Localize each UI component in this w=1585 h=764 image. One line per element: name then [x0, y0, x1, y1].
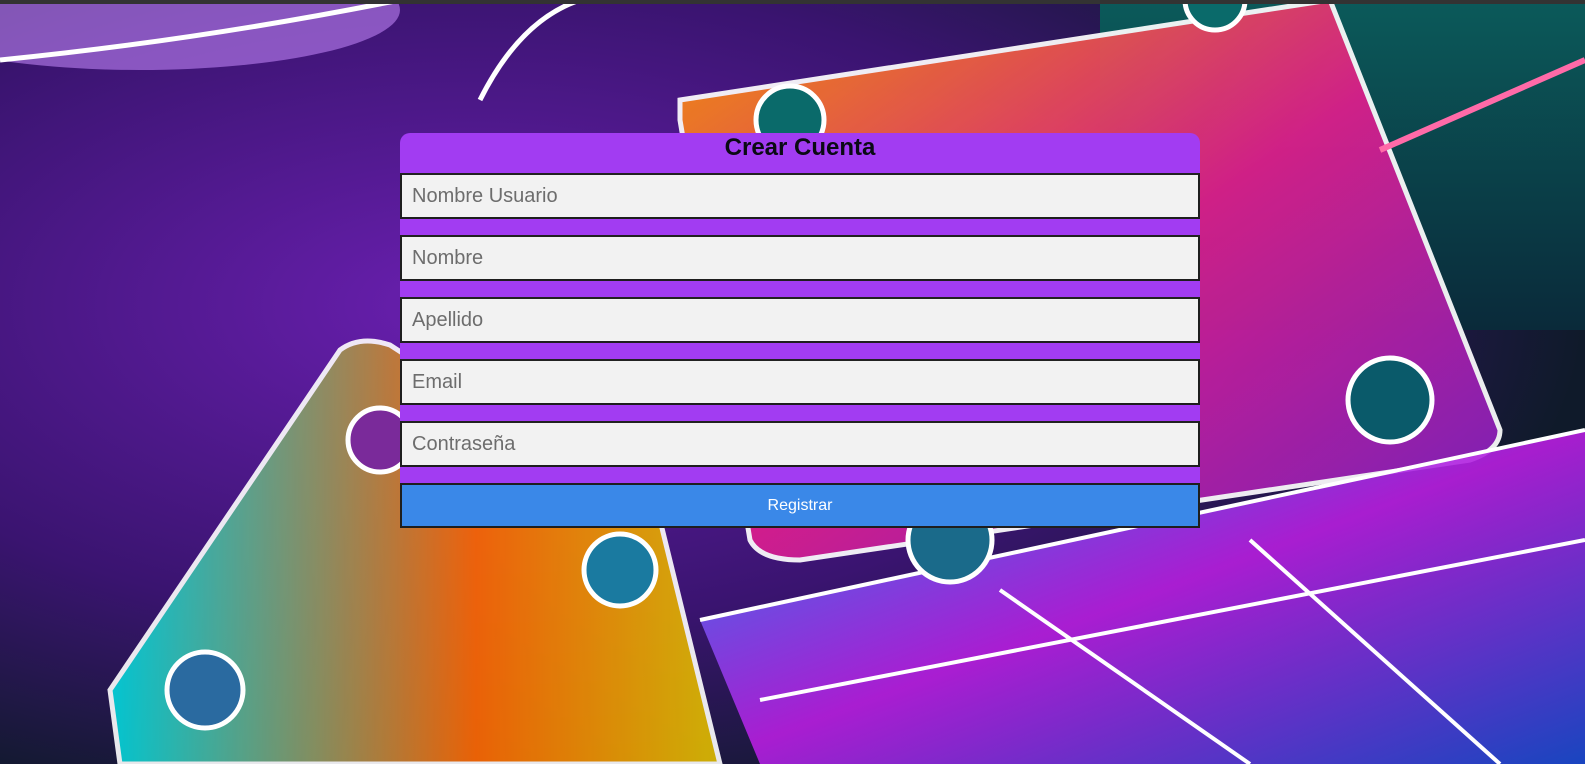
register-button[interactable]: Registrar — [400, 483, 1200, 528]
create-account-form: Crear Cuenta Registrar — [400, 133, 1200, 528]
first-name-input[interactable] — [400, 235, 1200, 281]
form-title: Crear Cuenta — [724, 134, 876, 161]
email-input[interactable] — [400, 359, 1200, 405]
username-input[interactable] — [400, 173, 1200, 219]
last-name-input[interactable] — [400, 297, 1200, 343]
password-input[interactable] — [400, 421, 1200, 467]
